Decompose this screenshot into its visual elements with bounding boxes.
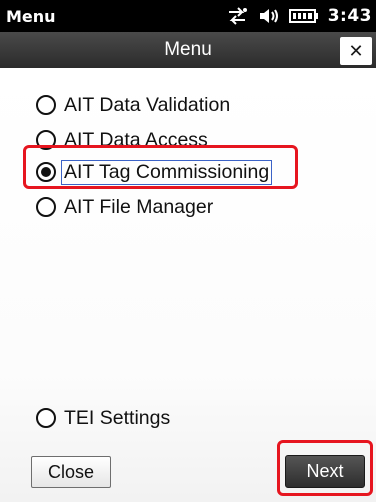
option-label: AIT File Manager xyxy=(64,195,214,218)
close-button[interactable]: Close xyxy=(31,456,111,488)
option-tei-settings[interactable]: TEI Settings xyxy=(36,404,170,432)
battery-icon[interactable] xyxy=(288,7,319,25)
selection-highlight xyxy=(23,145,298,189)
clock-time[interactable]: 3:43 xyxy=(328,6,372,26)
window-title: Menu xyxy=(164,39,212,60)
close-icon: ✕ xyxy=(348,40,364,62)
option-label: AIT Data Validation xyxy=(64,93,231,116)
status-app-name: Menu xyxy=(6,7,56,26)
status-bar: Menu 3:43 xyxy=(0,0,376,32)
speaker-icon[interactable] xyxy=(258,6,280,26)
option-ait-file-manager[interactable]: AIT File Manager xyxy=(36,193,213,221)
option-label: TEI Settings xyxy=(64,406,171,429)
radio-button[interactable] xyxy=(36,95,56,115)
status-icons: 3:43 xyxy=(225,5,372,27)
close-window-button[interactable]: ✕ xyxy=(340,37,372,65)
option-ait-data-validation[interactable]: AIT Data Validation xyxy=(36,91,230,119)
radio-button[interactable] xyxy=(36,408,56,428)
radio-button[interactable] xyxy=(36,197,56,217)
next-button-highlight xyxy=(277,440,373,496)
title-bar: Menu ✕ xyxy=(0,32,376,68)
connectivity-icon[interactable] xyxy=(225,6,249,26)
